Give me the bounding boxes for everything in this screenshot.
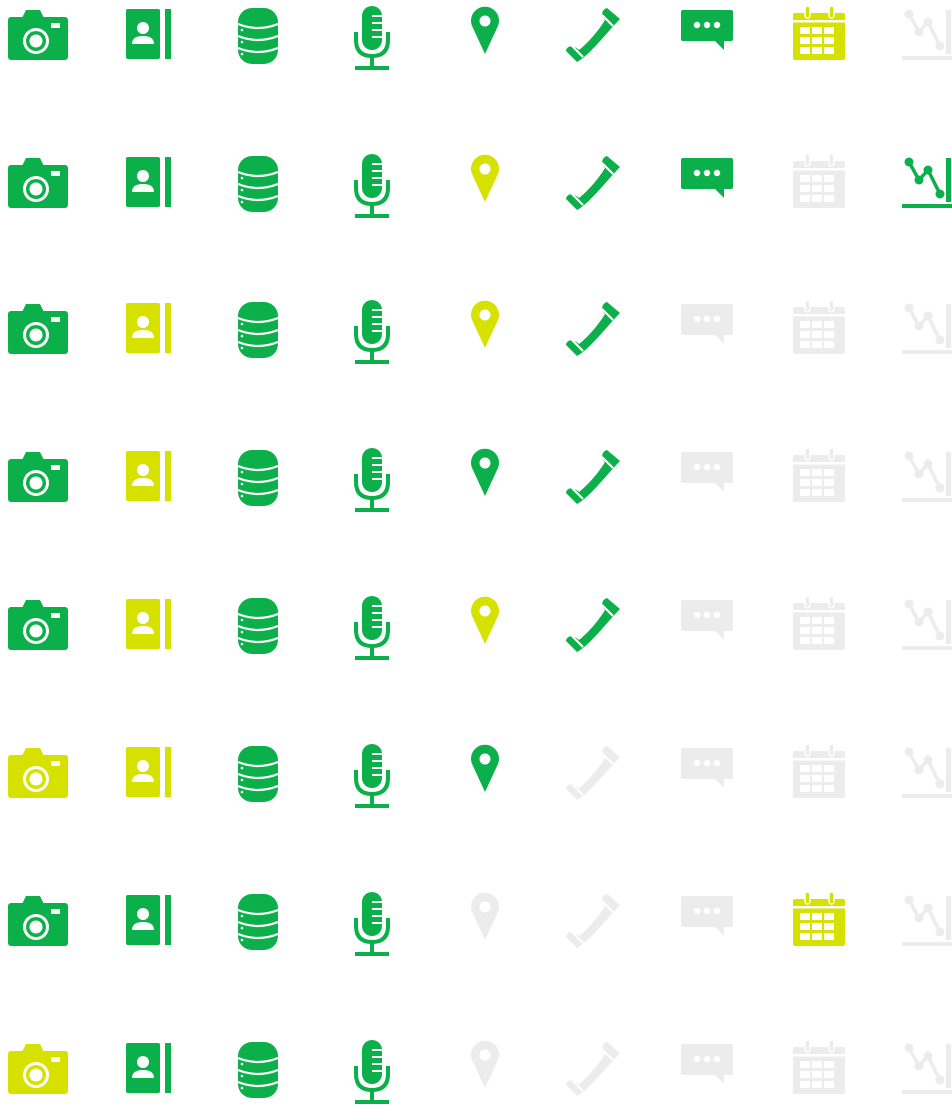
calendar-icon <box>792 743 872 824</box>
microphone-icon <box>353 6 433 86</box>
map-pin-icon <box>470 596 550 676</box>
contact-book-icon <box>126 300 206 380</box>
phone-icon <box>563 448 643 528</box>
contact-book-icon <box>126 6 206 86</box>
database-icon <box>236 1040 316 1105</box>
chat-bubble-icon <box>681 596 761 676</box>
phone-icon <box>563 6 643 86</box>
camera-icon <box>8 744 88 824</box>
contact-book-icon <box>126 744 206 824</box>
map-pin-icon <box>470 1040 550 1105</box>
camera-icon <box>8 300 88 380</box>
line-chart-icon <box>902 892 952 972</box>
chat-bubble-icon <box>681 448 761 528</box>
line-chart-icon <box>902 300 952 380</box>
camera-icon <box>8 448 88 528</box>
camera-icon <box>8 1040 88 1105</box>
camera-icon <box>8 892 88 972</box>
phone-icon <box>563 154 643 234</box>
microphone-icon <box>353 1040 433 1105</box>
line-chart-icon <box>902 154 952 234</box>
database-icon <box>236 892 316 972</box>
line-chart-icon <box>902 596 952 676</box>
camera-icon <box>8 6 88 86</box>
microphone-icon <box>353 300 433 380</box>
map-pin-icon <box>470 448 550 528</box>
microphone-icon <box>353 744 433 824</box>
camera-icon <box>8 154 88 234</box>
chat-bubble-icon <box>681 300 761 380</box>
database-icon <box>236 448 316 528</box>
database-icon <box>236 154 316 234</box>
contact-book-icon <box>126 154 206 234</box>
chat-bubble-icon <box>681 1040 761 1105</box>
database-icon <box>236 300 316 380</box>
calendar-icon <box>792 447 872 528</box>
contact-book-icon <box>126 892 206 972</box>
phone-icon <box>563 744 643 824</box>
contact-book-icon <box>126 1040 206 1105</box>
line-chart-icon <box>902 448 952 528</box>
chat-bubble-icon <box>681 154 761 234</box>
microphone-icon <box>353 892 433 972</box>
chat-bubble-icon <box>681 6 761 86</box>
microphone-icon <box>353 154 433 234</box>
line-chart-icon <box>902 6 952 86</box>
chat-bubble-icon <box>681 744 761 824</box>
line-chart-icon <box>902 744 952 824</box>
map-pin-icon <box>470 154 550 234</box>
icon-grid <box>0 0 952 1105</box>
phone-icon <box>563 892 643 972</box>
calendar-icon <box>792 891 872 972</box>
database-icon <box>236 6 316 86</box>
contact-book-icon <box>126 596 206 676</box>
camera-icon <box>8 596 88 676</box>
calendar-icon <box>792 153 872 234</box>
phone-icon <box>563 1040 643 1105</box>
microphone-icon <box>353 448 433 528</box>
database-icon <box>236 596 316 676</box>
microphone-icon <box>353 596 433 676</box>
database-icon <box>236 744 316 824</box>
calendar-icon <box>792 1039 872 1105</box>
map-pin-icon <box>470 6 550 86</box>
calendar-icon <box>792 5 872 86</box>
calendar-icon <box>792 299 872 380</box>
chat-bubble-icon <box>681 892 761 972</box>
calendar-icon <box>792 595 872 676</box>
map-pin-icon <box>470 300 550 380</box>
phone-icon <box>563 300 643 380</box>
line-chart-icon <box>902 1040 952 1105</box>
map-pin-icon <box>470 892 550 972</box>
phone-icon <box>563 596 643 676</box>
map-pin-icon <box>470 744 550 824</box>
contact-book-icon <box>126 448 206 528</box>
